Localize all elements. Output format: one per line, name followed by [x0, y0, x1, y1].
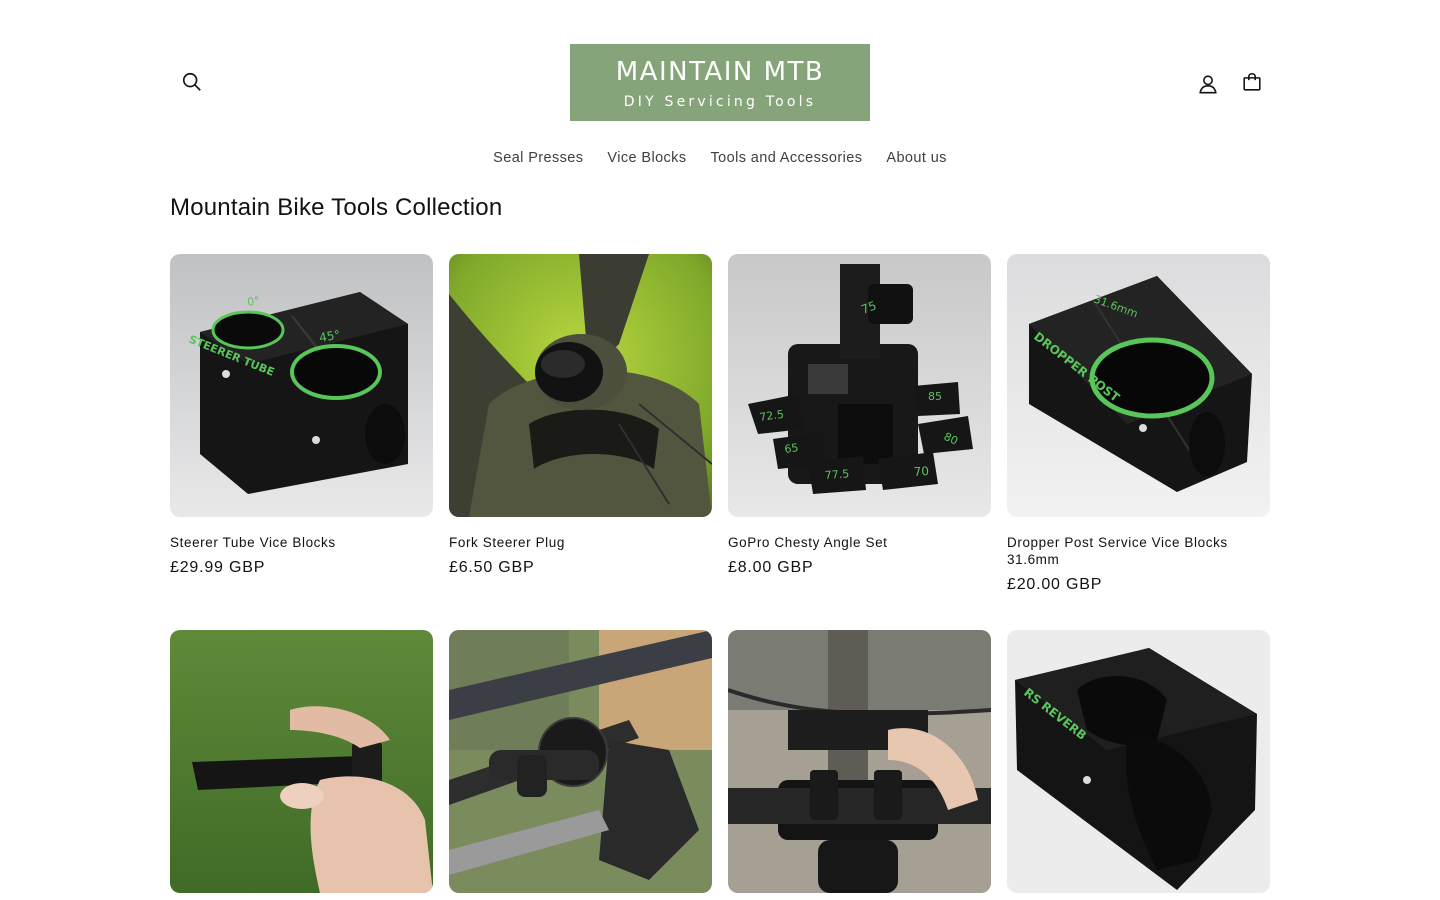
- product-price: £6.50 GBP: [449, 559, 535, 576]
- image-label: 70: [913, 464, 929, 479]
- product-image[interactable]: [449, 630, 712, 893]
- nav-item-seal-presses[interactable]: Seal Presses: [481, 146, 595, 170]
- product-title[interactable]: GoPro Chesty Angle Set: [728, 534, 991, 551]
- nav-item-about-us[interactable]: About us: [874, 146, 958, 170]
- cart-icon: [1243, 72, 1261, 91]
- image-label: 0°: [246, 294, 261, 309]
- product-image[interactable]: 31.6mm DROPPER POST: [1007, 254, 1270, 517]
- search-icon: [182, 72, 201, 91]
- cart-button[interactable]: [1230, 60, 1274, 104]
- main-nav: Seal Presses Vice Blocks Tools and Acces…: [0, 146, 1440, 170]
- product-title[interactable]: Fork Steerer Plug: [449, 534, 712, 551]
- account-icon: [1199, 75, 1217, 94]
- image-label: 85: [928, 390, 942, 403]
- product-price: £29.99 GBP: [170, 559, 266, 576]
- product-image[interactable]: RS REVERB: [1007, 630, 1270, 893]
- product-image[interactable]: [728, 630, 991, 893]
- search-button[interactable]: [170, 60, 214, 104]
- product-card[interactable]: 75 72.5 65 77.5 70 85 80 GoPro Chesty An…: [728, 254, 991, 577]
- product-image[interactable]: 75 72.5 65 77.5 70 85 80: [728, 254, 991, 517]
- nav-item-tools-accessories[interactable]: Tools and Accessories: [699, 146, 875, 170]
- nav-item-vice-blocks[interactable]: Vice Blocks: [595, 146, 698, 170]
- image-label: 65: [784, 441, 800, 456]
- product-image[interactable]: [170, 630, 433, 893]
- account-button[interactable]: [1186, 62, 1230, 106]
- collection-title: Mountain Bike Tools Collection: [170, 194, 503, 221]
- product-card[interactable]: 0° 45° STEERER TUBE Steerer Tube Vice Bl…: [170, 254, 433, 577]
- product-card[interactable]: [449, 630, 712, 893]
- product-card[interactable]: RS REVERB: [1007, 630, 1270, 893]
- product-title[interactable]: Steerer Tube Vice Blocks: [170, 534, 433, 551]
- logo-subtitle: DIY Servicing Tools: [623, 93, 817, 110]
- product-card[interactable]: [728, 630, 991, 893]
- product-card[interactable]: 31.6mm DROPPER POST Dropper Post Service…: [1007, 254, 1270, 594]
- product-card[interactable]: Fork Steerer Plug £6.50 GBP: [449, 254, 712, 577]
- product-image[interactable]: 0° 45° STEERER TUBE: [170, 254, 433, 517]
- logo-title: MAINTAIN MTB: [615, 56, 825, 87]
- product-title[interactable]: Dropper Post Service Vice Blocks 31.6mm: [1007, 534, 1270, 568]
- image-label: 77.5: [824, 467, 849, 482]
- site-header: MAINTAIN MTB DIY Servicing Tools Seal Pr…: [0, 0, 1440, 190]
- product-price: £8.00 GBP: [728, 559, 814, 576]
- product-price: £20.00 GBP: [1007, 576, 1103, 593]
- store-logo[interactable]: MAINTAIN MTB DIY Servicing Tools: [570, 44, 870, 121]
- product-image[interactable]: [449, 254, 712, 517]
- product-card[interactable]: [170, 630, 433, 893]
